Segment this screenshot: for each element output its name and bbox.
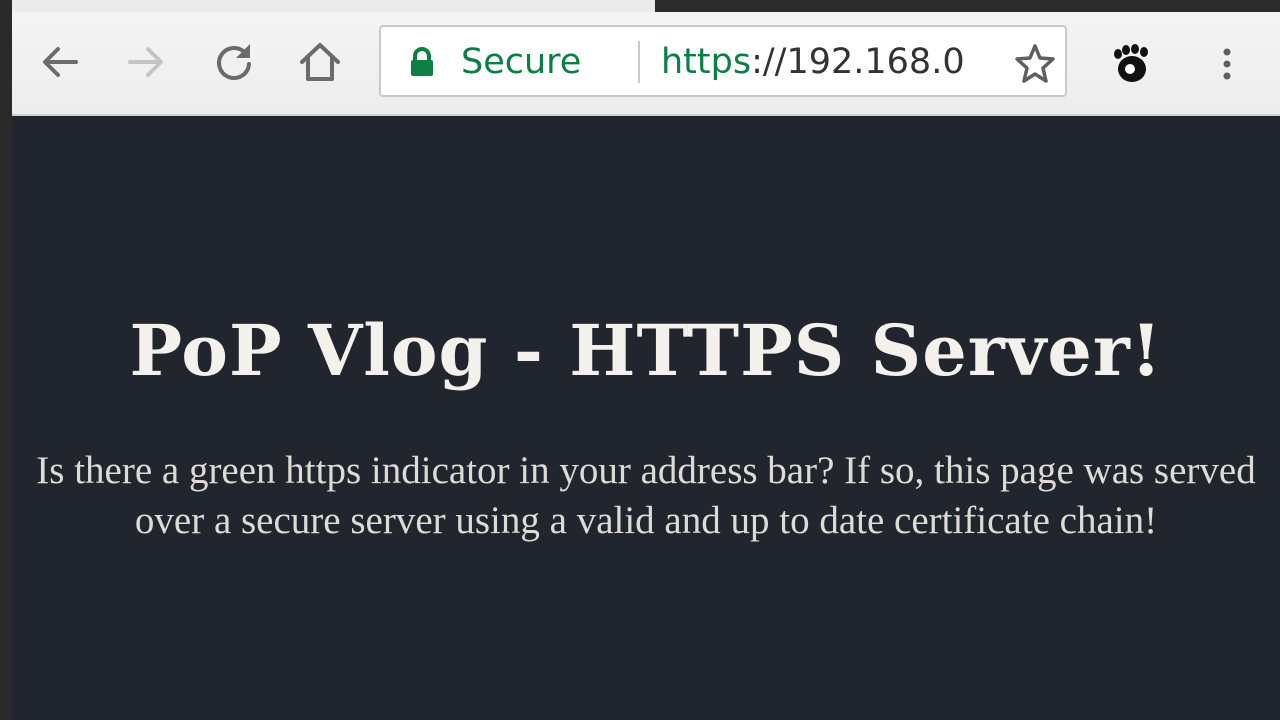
more-vert-icon[interactable]	[1212, 42, 1242, 86]
page-message: Is there a green https indicator in your…	[36, 449, 1256, 542]
url-text[interactable]: https://192.168.0	[661, 37, 989, 89]
page-body: PoP Vlog - HTTPS Server! Is there a gree…	[12, 306, 1280, 546]
gnome-foot-icon[interactable]	[1108, 42, 1152, 86]
reload-button[interactable]	[208, 36, 260, 88]
home-button[interactable]	[294, 36, 346, 88]
star-icon[interactable]	[1013, 41, 1057, 85]
url-host: ://192.168.0	[751, 42, 965, 82]
back-button[interactable]	[34, 36, 86, 88]
arrow-right-icon	[128, 47, 163, 77]
address-bar[interactable]: Secure https://192.168.0	[379, 25, 1067, 97]
address-divider	[638, 41, 640, 83]
lock-icon[interactable]	[409, 47, 435, 77]
forward-button[interactable]	[120, 36, 172, 88]
reload-icon	[217, 44, 251, 81]
security-status-label[interactable]: Secure	[461, 37, 581, 87]
arrow-left-icon	[43, 47, 78, 77]
page-content: PoP Vlog - HTTPS Server! Is there a gree…	[12, 116, 1280, 720]
url-scheme: https	[661, 42, 752, 82]
window-frame-top	[0, 0, 1280, 12]
tab-strip	[655, 0, 1280, 12]
window-frame-left	[0, 0, 12, 720]
page-title: PoP Vlog - HTTPS Server!	[129, 309, 1163, 392]
home-icon	[300, 43, 340, 81]
browser-toolbar: Secure https://192.168.0	[12, 12, 1280, 116]
